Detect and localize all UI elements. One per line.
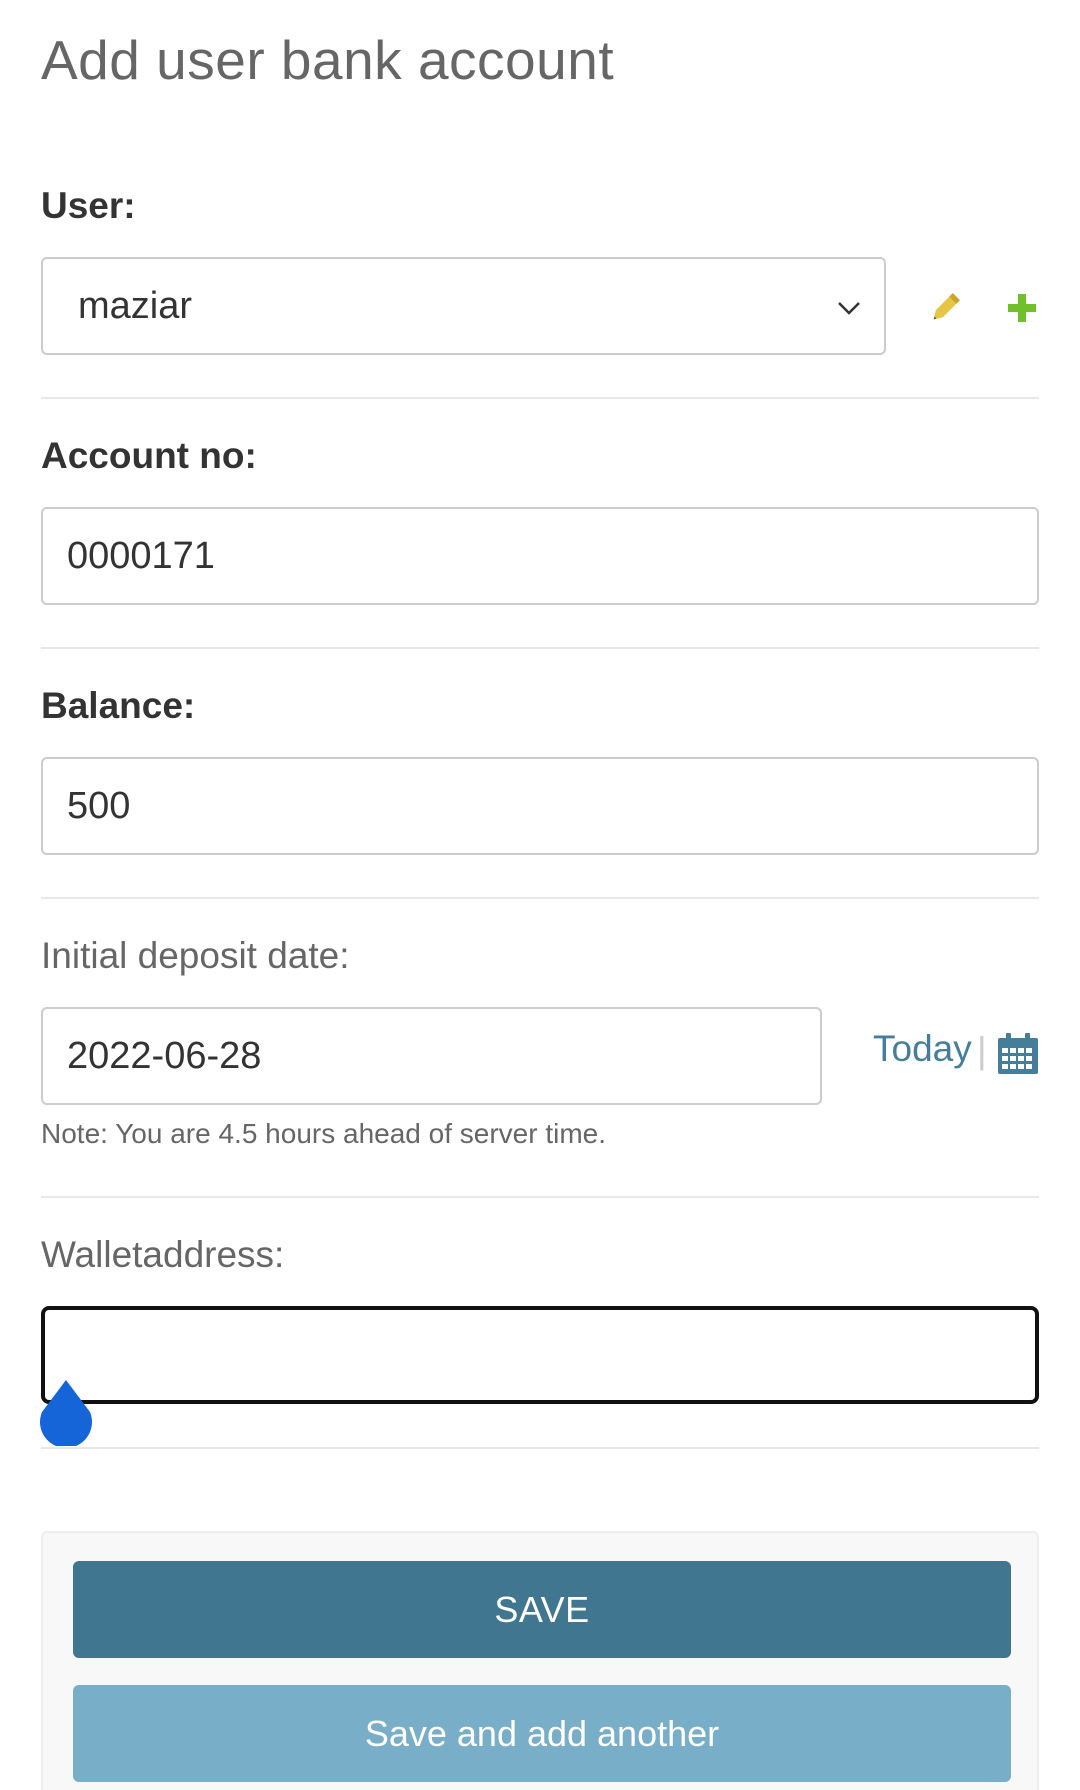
today-link[interactable]: Today [873,1028,972,1070]
divider [41,397,1039,399]
walletaddress-input[interactable] [41,1306,1039,1404]
separator: | [977,1030,987,1071]
submit-row: SAVE Save and add another [41,1531,1039,1790]
divider [41,1196,1039,1198]
balance-label: Balance: [41,685,196,726]
user-select-value: maziar [78,284,193,327]
edit-user-button[interactable] [923,286,967,330]
initial-deposit-date-label: Initial deposit date: [41,935,350,976]
plus-icon [1008,294,1036,322]
walletaddress-label: Walletaddress: [41,1234,285,1275]
add-bank-account-page: Add user bank account User: maziar Accou… [0,0,1080,1790]
text-cursor-handle[interactable] [38,1378,94,1446]
save-and-add-another-button[interactable]: Save and add another [73,1685,1011,1782]
account-no-label: Account no: [41,435,257,476]
divider [41,647,1039,649]
timezone-note: Note: You are 4.5 hours ahead of server … [41,1118,607,1149]
initial-deposit-date-value: 2022-06-28 [67,1034,262,1077]
user-label: User: [41,185,136,226]
page-title: Add user bank account [41,29,615,91]
pencil-icon [933,293,960,320]
chevron-down-icon [838,302,860,315]
account-no-input[interactable]: 0000171 [41,507,1039,605]
calendar-button[interactable] [994,1030,1042,1078]
account-no-value: 0000171 [67,534,215,577]
balance-value: 500 [67,784,131,827]
divider [41,1447,1039,1449]
calendar-icon [998,1033,1038,1074]
user-select[interactable]: maziar [41,257,886,355]
divider [41,897,1039,899]
save-button[interactable]: SAVE [73,1561,1011,1658]
add-user-button[interactable] [1000,286,1044,330]
balance-input[interactable]: 500 [41,757,1039,855]
initial-deposit-date-input[interactable]: 2022-06-28 [41,1007,822,1105]
